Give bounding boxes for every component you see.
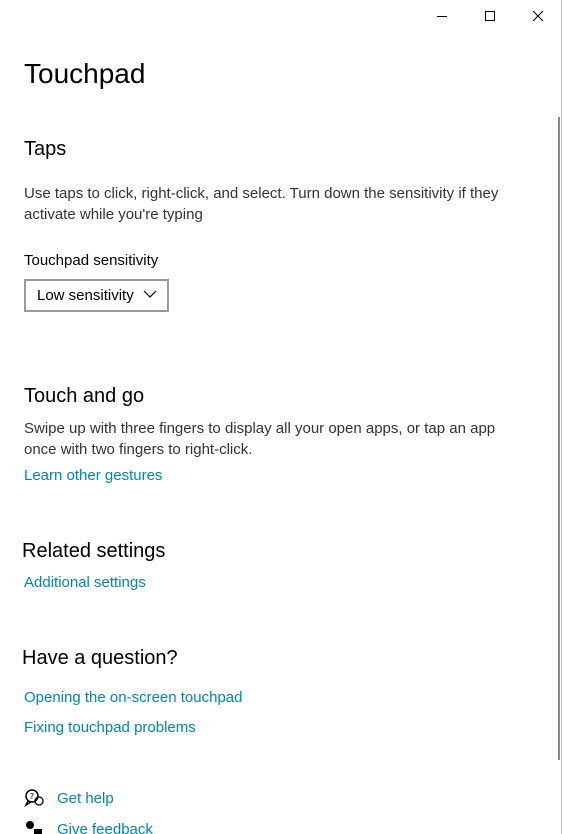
sensitivity-value: Low sensitivity	[37, 287, 134, 304]
question-heading: Have a question?	[22, 647, 178, 669]
learn-gestures-link[interactable]: Learn other gestures	[24, 467, 162, 484]
close-button[interactable]	[514, 0, 562, 32]
taps-heading: Taps	[24, 138, 67, 160]
additional-settings-link[interactable]: Additional settings	[24, 574, 146, 591]
svg-text:?: ?	[30, 792, 34, 801]
give-feedback-link[interactable]: Give feedback	[57, 821, 153, 834]
maximize-button[interactable]	[466, 0, 514, 32]
close-icon	[532, 10, 544, 22]
chat-help-icon: ?	[24, 789, 44, 807]
give-feedback-row[interactable]: Give feedback	[24, 819, 153, 834]
get-help-link[interactable]: Get help	[57, 790, 114, 807]
touch-and-go-description: Swipe up with three fingers to display a…	[24, 420, 496, 458]
onscreen-touchpad-link[interactable]: Opening the on-screen touchpad	[24, 689, 243, 706]
maximize-icon	[485, 11, 495, 21]
touch-and-go-heading: Touch and go	[24, 385, 145, 407]
fixing-touchpad-link[interactable]: Fixing touchpad problems	[24, 719, 196, 736]
scrollbar[interactable]	[558, 117, 560, 760]
chevron-down-icon	[143, 290, 157, 298]
taps-description: Use taps to click, right-click, and sele…	[24, 185, 499, 223]
page-title: Touchpad	[24, 58, 146, 89]
settings-window: Touchpad Taps Use taps to click, right-c…	[0, 0, 562, 834]
caption-buttons	[418, 0, 562, 32]
get-help-row[interactable]: ? Get help	[24, 788, 114, 808]
minimize-button[interactable]	[418, 0, 466, 32]
sensitivity-label: Touchpad sensitivity	[24, 252, 159, 269]
minimize-icon	[437, 16, 447, 17]
sensitivity-dropdown[interactable]: Low sensitivity	[24, 279, 169, 312]
feedback-icon	[26, 821, 42, 834]
related-settings-heading: Related settings	[22, 540, 166, 562]
